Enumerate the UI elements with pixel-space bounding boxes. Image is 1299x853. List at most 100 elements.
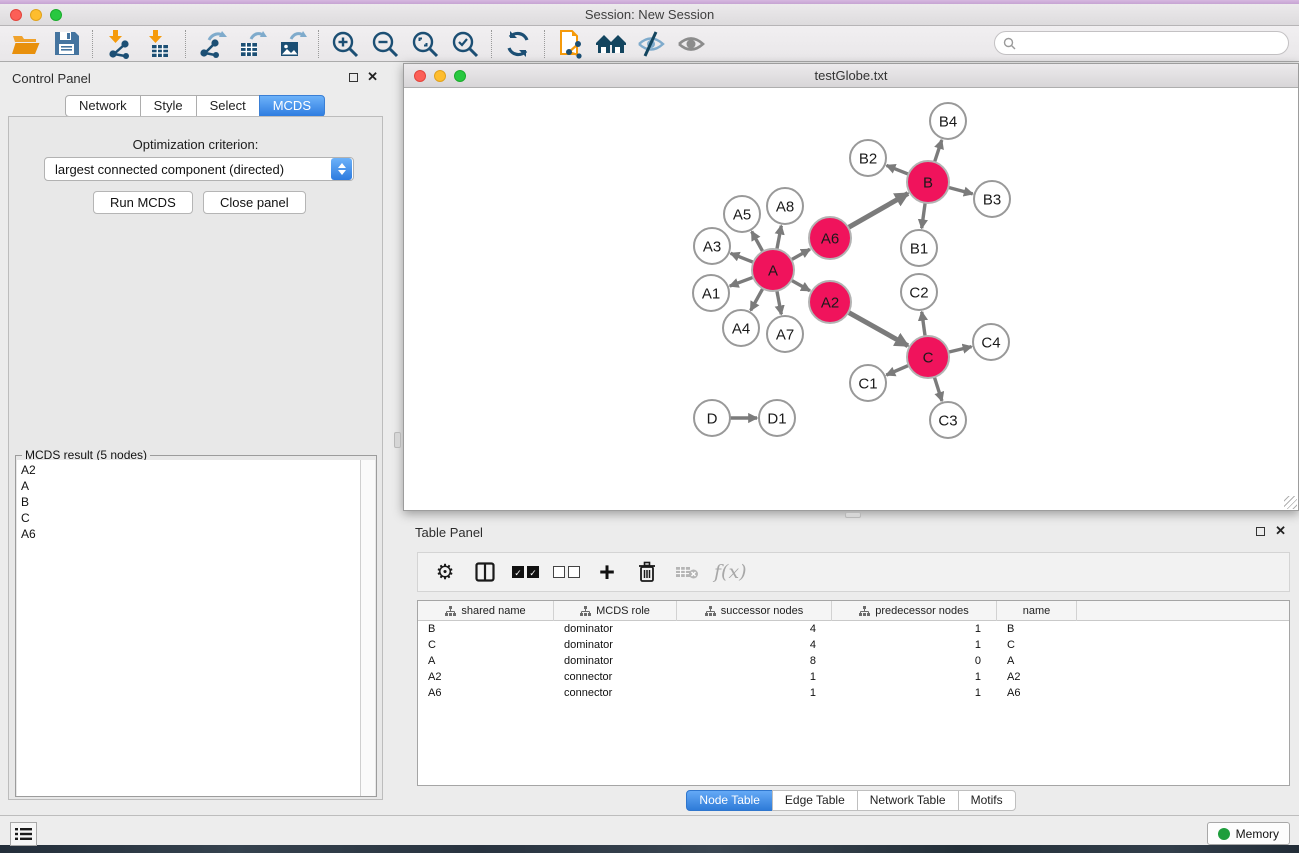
graph-edge-A-A3[interactable] <box>731 253 755 262</box>
export-image-button[interactable] <box>272 28 312 60</box>
table-row[interactable]: A2connector11A2 <box>418 669 1289 685</box>
table-row[interactable]: A6connector11A6 <box>418 685 1289 701</box>
graph-node-B4[interactable]: B4 <box>930 103 966 139</box>
graph-node-B[interactable]: B <box>907 161 949 203</box>
import-table-button[interactable] <box>139 28 179 60</box>
network-canvas[interactable]: B4B2BB3A5A8A6A3B1AA1C2A2A4A7C4CC1C3DD1 <box>404 88 1298 510</box>
home-view-button[interactable] <box>591 28 631 60</box>
graph-edge-C-C3[interactable] <box>934 376 942 401</box>
export-table-button[interactable] <box>232 28 272 60</box>
close-table-panel-icon[interactable]: ✕ <box>1275 526 1286 535</box>
close-panel-icon[interactable]: ✕ <box>367 72 378 81</box>
unselect-all-columns-button[interactable] <box>553 557 580 587</box>
show-columns-button[interactable] <box>472 557 498 587</box>
import-network-button[interactable] <box>99 28 139 60</box>
graph-edge-A-A8[interactable] <box>777 226 782 251</box>
graph-node-A7[interactable]: A7 <box>767 316 803 352</box>
window-resize-grip[interactable] <box>1284 496 1297 509</box>
result-item[interactable]: C <box>21 510 357 526</box>
function-builder-button[interactable]: f(x) <box>714 557 747 587</box>
graph-node-A5[interactable]: A5 <box>724 196 760 232</box>
zoom-out-button[interactable] <box>365 28 405 60</box>
graph-node-A4[interactable]: A4 <box>723 310 759 346</box>
optimization-criterion-select[interactable]: largest connected component (directed) <box>44 157 354 181</box>
graph-node-C2[interactable]: C2 <box>901 274 937 310</box>
table-settings-button[interactable]: ⚙ <box>432 557 458 587</box>
graph-edge-B-B2[interactable] <box>887 165 910 174</box>
tab-network-table[interactable]: Network Table <box>857 790 959 811</box>
delete-table-button[interactable] <box>674 557 700 587</box>
tab-select[interactable]: Select <box>196 95 260 117</box>
column-header-successor-nodes[interactable]: successor nodes <box>677 601 832 621</box>
graph-edge-A-A4[interactable] <box>751 288 764 311</box>
graph-node-A6[interactable]: A6 <box>809 217 851 259</box>
new-network-from-file-button[interactable] <box>551 28 591 60</box>
table-row[interactable]: Bdominator41B <box>418 621 1289 637</box>
graph-node-C3[interactable]: C3 <box>930 402 966 438</box>
run-mcds-button[interactable]: Run MCDS <box>93 191 193 214</box>
graph-node-A2[interactable]: A2 <box>809 281 851 323</box>
graph-edge-B-B4[interactable] <box>934 140 942 163</box>
apply-layout-button[interactable] <box>498 28 538 60</box>
show-graphics-details-button[interactable] <box>671 28 711 60</box>
create-column-button[interactable]: + <box>594 557 620 587</box>
graph-node-C4[interactable]: C4 <box>973 324 1009 360</box>
export-network-button[interactable] <box>192 28 232 60</box>
tab-edge-table[interactable]: Edge Table <box>772 790 858 811</box>
graph-edge-A-A1[interactable] <box>730 277 754 286</box>
graph-node-A8[interactable]: A8 <box>767 188 803 224</box>
zoom-in-button[interactable] <box>325 28 365 60</box>
table-row[interactable]: Adominator80A <box>418 653 1289 669</box>
graph-node-A[interactable]: A <box>752 249 794 291</box>
result-item[interactable]: A6 <box>21 526 357 542</box>
tab-mcds[interactable]: MCDS <box>259 95 325 117</box>
graph-edge-C-C1[interactable] <box>886 365 909 375</box>
graph-node-B1[interactable]: B1 <box>901 230 937 266</box>
hide-graphics-details-button[interactable] <box>631 28 671 60</box>
result-item[interactable]: B <box>21 494 357 510</box>
graph-edge-A6-B[interactable] <box>847 193 908 228</box>
graph-node-A3[interactable]: A3 <box>694 228 730 264</box>
open-file-button[interactable] <box>6 28 46 60</box>
result-item[interactable]: A <box>21 478 357 494</box>
column-header-predecessor-nodes[interactable]: predecessor nodes <box>832 601 997 621</box>
split-divider-handle[interactable] <box>845 512 861 518</box>
float-table-panel-icon[interactable] <box>1256 527 1265 536</box>
graph-node-D[interactable]: D <box>694 400 730 436</box>
graph-edge-C-C4[interactable] <box>947 347 971 353</box>
column-header-name[interactable]: name <box>997 601 1077 621</box>
graph-edge-A2-C[interactable] <box>847 312 908 346</box>
task-history-button[interactable] <box>10 822 37 846</box>
column-header-MCDS-role[interactable]: MCDS role <box>554 601 677 621</box>
result-scrollbar[interactable] <box>360 460 375 796</box>
memory-button[interactable]: Memory <box>1207 822 1290 845</box>
graph-edge-B-B3[interactable] <box>947 187 972 194</box>
search-input[interactable] <box>1021 36 1280 50</box>
tab-motifs[interactable]: Motifs <box>958 790 1016 811</box>
graph-node-C[interactable]: C <box>907 336 949 378</box>
graph-edge-B-B1[interactable] <box>922 202 926 228</box>
result-item[interactable]: A2 <box>21 462 357 478</box>
save-session-button[interactable] <box>46 28 86 60</box>
graph-edge-A-A7[interactable] <box>777 290 782 315</box>
graph-node-A1[interactable]: A1 <box>693 275 729 311</box>
split-divider-handle[interactable] <box>394 432 401 448</box>
column-header-shared-name[interactable]: shared name <box>418 601 554 621</box>
close-panel-button[interactable]: Close panel <box>203 191 306 214</box>
float-panel-icon[interactable] <box>349 73 358 82</box>
tab-network[interactable]: Network <box>65 95 141 117</box>
search-field[interactable] <box>994 31 1289 55</box>
tab-node-table[interactable]: Node Table <box>686 790 773 811</box>
zoom-selected-button[interactable] <box>445 28 485 60</box>
graph-edge-A-A5[interactable] <box>752 231 764 252</box>
tab-style[interactable]: Style <box>140 95 197 117</box>
graph-edge-A-A6[interactable] <box>790 249 810 260</box>
graph-edge-C-C2[interactable] <box>922 312 926 337</box>
graph-edge-A-A2[interactable] <box>790 280 810 291</box>
graph-node-B3[interactable]: B3 <box>974 181 1010 217</box>
delete-column-button[interactable] <box>634 557 660 587</box>
graph-node-C1[interactable]: C1 <box>850 365 886 401</box>
select-all-columns-button[interactable]: ✓ ✓ <box>512 557 539 587</box>
graph-node-D1[interactable]: D1 <box>759 400 795 436</box>
table-row[interactable]: Cdominator41C <box>418 637 1289 653</box>
